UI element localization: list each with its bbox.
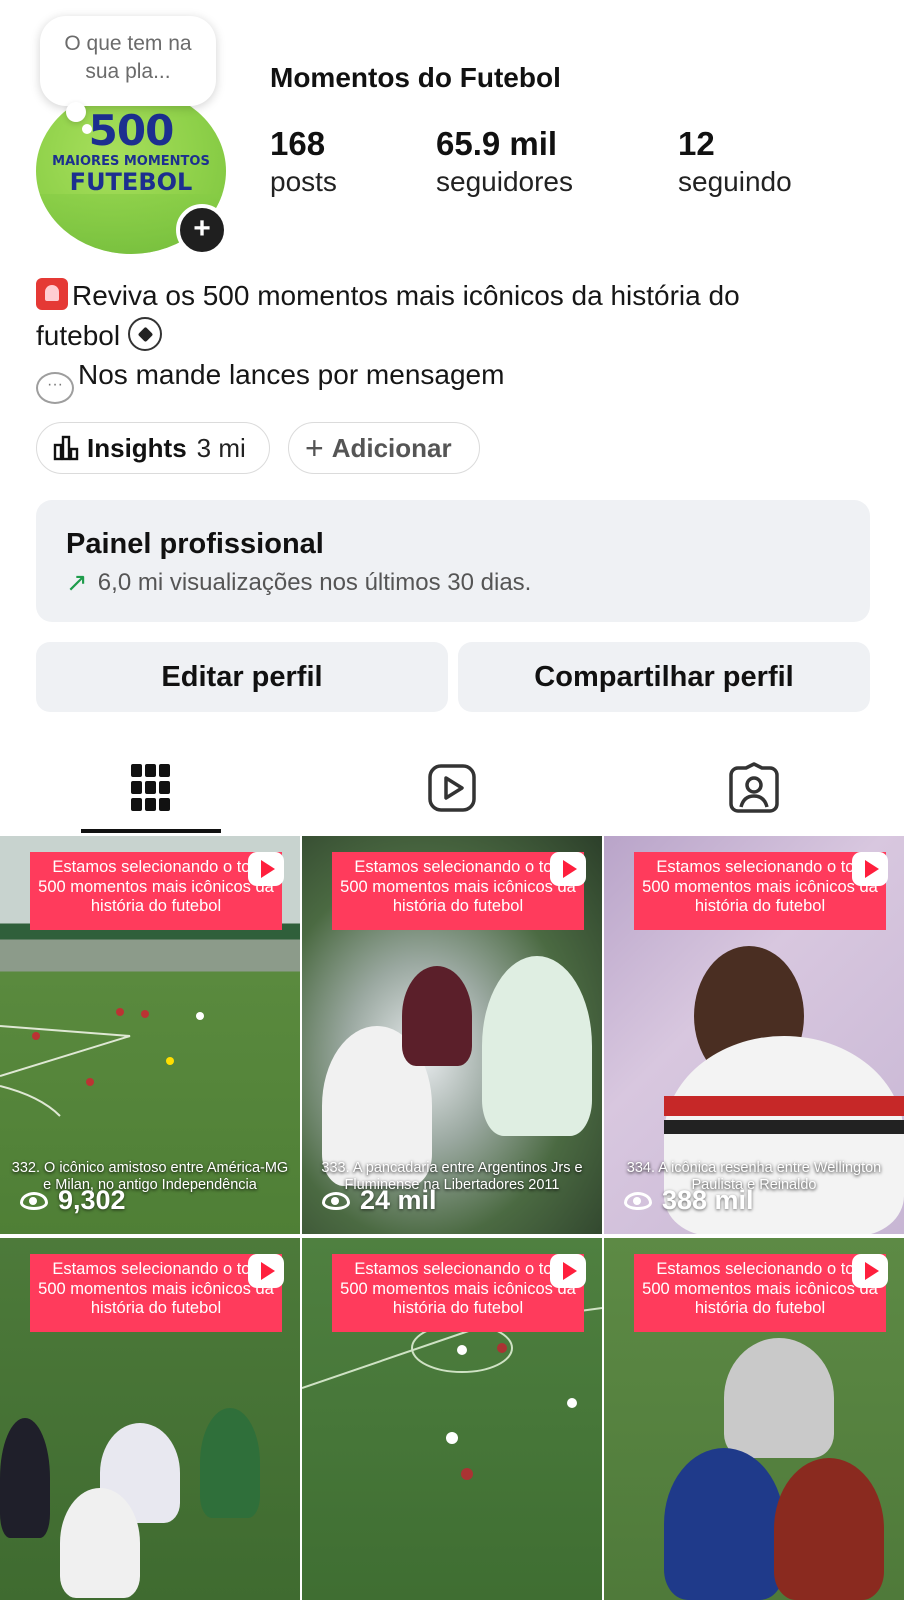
stat-posts-label: posts <box>270 166 337 197</box>
post-tile[interactable]: Estamos selecionando o top 500 momentos … <box>302 836 602 1234</box>
tab-tagged[interactable] <box>684 740 824 836</box>
player-figure <box>724 1338 834 1458</box>
post-tile[interactable]: Estamos selecionando o top 500 momentos … <box>604 1238 904 1600</box>
profile-avatar-wrap[interactable]: 500 MAIORES MOMENTOS FUTEBOL + <box>36 88 228 256</box>
add-label: Adicionar <box>331 432 452 463</box>
bio-line3: Nos mande lances por mensagem <box>78 359 505 390</box>
post-tile[interactable]: Estamos selecionando o top 500 momentos … <box>0 836 300 1234</box>
note-bubble[interactable]: O que tem na sua pla... <box>40 16 216 106</box>
active-tab-indicator <box>81 829 221 833</box>
professional-dashboard[interactable]: Painel profissional ↗ 6,0 mi visualizaçõ… <box>36 500 870 622</box>
shirt-stripe <box>664 1120 904 1134</box>
post-banner: Estamos selecionando o top 500 momentos … <box>634 1254 886 1332</box>
insights-label: Insights <box>87 432 187 463</box>
tab-posts-grid[interactable] <box>81 740 221 836</box>
bio-line2: futebol <box>36 319 121 351</box>
dashboard-title: Painel profissional <box>66 528 324 560</box>
avatar-logo-line1: MAIORES MOMENTOS <box>52 154 210 169</box>
reels-icon <box>428 764 476 812</box>
dashboard-subtitle-row: ↗ 6,0 mi visualizações nos últimos 30 di… <box>66 567 840 598</box>
stat-followers-label: seguidores <box>436 166 573 197</box>
add-story-button[interactable]: + <box>176 204 228 256</box>
stat-posts[interactable]: 168 posts <box>270 124 337 200</box>
player-figure <box>482 956 592 1136</box>
share-profile-button[interactable]: Compartilhar perfil <box>458 642 870 712</box>
bio-line1: Reviva os 500 momentos mais icônicos da … <box>72 280 740 311</box>
speech-bubble-icon: ··· <box>36 372 74 404</box>
siren-icon <box>36 278 68 310</box>
trend-up-arrow-icon: ↗ <box>66 567 88 597</box>
bio-line3-row: ··· Nos mande lances por mensagem <box>36 355 896 404</box>
bio: Reviva os 500 momentos mais icônicos da … <box>36 276 896 404</box>
post-views: 9,302 <box>20 1185 126 1216</box>
post-views-value: 388 mil <box>662 1185 754 1215</box>
post-banner: Estamos selecionando o top 500 momentos … <box>30 1254 282 1332</box>
bio-line1-row: Reviva os 500 momentos mais icônicos da … <box>36 276 896 316</box>
eye-icon <box>624 1191 652 1210</box>
post-tile[interactable]: Estamos selecionando o top 500 momentos … <box>0 1238 300 1600</box>
post-tile[interactable]: Estamos selecionando o top 500 momentos … <box>302 1238 602 1600</box>
tagged-icon <box>729 762 779 813</box>
post-banner: Estamos selecionando o top 500 momentos … <box>30 852 282 930</box>
player-figure <box>60 1488 140 1598</box>
player-figure <box>0 1418 50 1538</box>
post-views-value: 24 mil <box>360 1185 437 1215</box>
post-banner: Estamos selecionando o top 500 momentos … <box>634 852 886 930</box>
tab-reels[interactable] <box>382 740 522 836</box>
reel-badge-icon <box>550 852 586 886</box>
reel-badge-icon <box>852 852 888 886</box>
grid-icon <box>131 764 170 811</box>
post-banner: Estamos selecionando o top 500 momentos … <box>332 852 584 930</box>
shirt-stripe <box>664 1096 904 1116</box>
profile-tabs <box>0 740 922 836</box>
stat-following[interactable]: 12 seguindo <box>678 124 792 200</box>
add-chip[interactable]: + Adicionar <box>288 422 480 474</box>
posts-grid: Estamos selecionando o top 500 momentos … <box>0 836 922 1600</box>
bar-chart-icon <box>53 435 79 461</box>
player-figure <box>664 1448 784 1600</box>
stat-followers[interactable]: 65.9 mil seguidores <box>436 124 573 200</box>
player-figure <box>402 966 472 1066</box>
stat-followers-value: 65.9 mil <box>436 125 558 162</box>
reel-badge-icon <box>550 1254 586 1288</box>
reel-badge-icon <box>248 852 284 886</box>
insights-value: 3 mi <box>196 432 246 463</box>
reel-badge-icon <box>248 1254 284 1288</box>
reel-badge-icon <box>852 1254 888 1288</box>
eye-icon <box>322 1191 350 1210</box>
note-bubble-tail-small <box>82 124 92 134</box>
post-views: 388 mil <box>624 1185 754 1216</box>
player-figure <box>774 1458 884 1600</box>
post-tile[interactable]: Estamos selecionando o top 500 momentos … <box>604 836 904 1234</box>
post-banner: Estamos selecionando o top 500 momentos … <box>332 1254 584 1332</box>
player-figure <box>200 1408 260 1518</box>
insights-chip[interactable]: Insights 3 mi <box>36 422 270 474</box>
bio-line2-row: futebol <box>36 316 896 356</box>
soccer-ball-icon <box>127 316 162 351</box>
stat-posts-value: 168 <box>270 125 326 162</box>
eye-icon <box>20 1191 48 1210</box>
post-views-value: 9,302 <box>58 1185 126 1215</box>
stat-following-value: 12 <box>678 125 715 162</box>
plus-icon: + <box>305 429 324 466</box>
post-views: 24 mil <box>322 1185 437 1216</box>
avatar-logo-number: 500 <box>88 106 175 155</box>
profile-name: Momentos do Futebol <box>270 62 561 93</box>
stat-following-label: seguindo <box>678 166 792 197</box>
avatar-logo-line2: FUTEBOL <box>69 168 193 196</box>
profile-stats: 168 posts 65.9 mil seguidores 12 seguind… <box>270 124 870 204</box>
note-bubble-tail <box>66 102 86 122</box>
dashboard-subtitle: 6,0 mi visualizações nos últimos 30 dias… <box>97 568 532 596</box>
edit-profile-button[interactable]: Editar perfil <box>36 642 448 712</box>
